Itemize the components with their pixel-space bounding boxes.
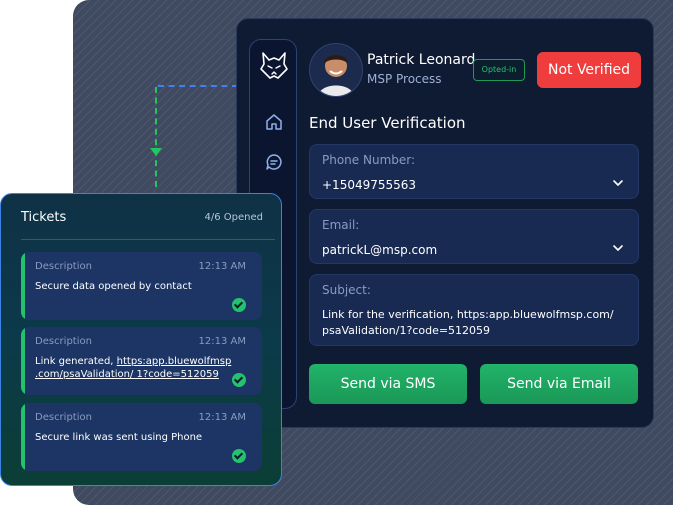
ticket-text: Link generated, https:app.bluewolfmsp .c… <box>35 355 232 381</box>
subject-field[interactable]: Subject: Link for the verification, http… <box>309 274 639 346</box>
ticket-status-bar <box>21 403 25 471</box>
opted-in-badge: Opted-in <box>473 59 525 81</box>
check-icon <box>232 298 246 312</box>
ticket-status-bar <box>21 327 25 395</box>
email-label: Email: <box>322 218 360 232</box>
verification-card: Patrick Leonard MSP Process Opted-in Not… <box>236 18 654 428</box>
ticket-item[interactable]: Description 12:13 AM Link generated, htt… <box>21 327 262 395</box>
tickets-count: 4/6 Opened <box>204 212 263 223</box>
email-field[interactable]: Email: patrickL@msp.com <box>309 209 639 264</box>
subject-label: Subject: <box>322 283 371 297</box>
user-role: MSP Process <box>367 72 442 86</box>
tickets-title: Tickets <box>21 210 67 225</box>
divider <box>21 239 275 240</box>
send-email-button[interactable]: Send via Email <box>480 364 638 404</box>
ticket-text: Secure data opened by contact <box>35 281 192 292</box>
section-title: End User Verification <box>309 114 466 132</box>
ticket-time: 12:13 AM <box>198 412 246 423</box>
tickets-panel: Tickets 4/6 Opened Description 12:13 AM … <box>0 193 282 486</box>
ticket-status-bar <box>21 252 25 320</box>
ticket-item[interactable]: Description 12:13 AM Secure data opened … <box>21 252 262 320</box>
avatar <box>309 43 363 97</box>
phone-number-field[interactable]: Phone Number: +15049755563 <box>309 144 639 199</box>
check-icon <box>232 449 246 463</box>
chat-icon[interactable] <box>264 152 284 172</box>
ticket-label: Description <box>35 336 92 347</box>
check-icon <box>232 373 246 387</box>
connector-line-blue <box>158 85 238 87</box>
ticket-text-prefix: Link generated, <box>35 356 117 367</box>
ticket-time: 12:13 AM <box>198 336 246 347</box>
chevron-down-icon[interactable] <box>612 242 624 254</box>
connector-line-green <box>155 87 157 187</box>
ticket-label: Description <box>35 261 92 272</box>
ticket-text: Secure link was sent using Phone <box>35 432 203 443</box>
phone-label: Phone Number: <box>322 153 416 167</box>
wolf-logo-icon <box>260 52 288 79</box>
not-verified-button[interactable]: Not Verified <box>537 52 641 88</box>
chevron-down-icon[interactable] <box>612 177 624 189</box>
ticket-label: Description <box>35 412 92 423</box>
send-sms-button[interactable]: Send via SMS <box>309 364 467 404</box>
phone-value: +15049755563 <box>322 178 417 192</box>
email-value: patrickL@msp.com <box>322 243 438 257</box>
subject-value: Link for the verification, https:app.blu… <box>322 308 614 337</box>
ticket-item[interactable]: Description 12:13 AM Secure link was sen… <box>21 403 262 471</box>
connector-arrow-icon <box>150 148 162 156</box>
home-icon[interactable] <box>264 112 284 132</box>
user-name: Patrick Leonard <box>367 52 476 68</box>
ticket-time: 12:13 AM <box>198 261 246 272</box>
